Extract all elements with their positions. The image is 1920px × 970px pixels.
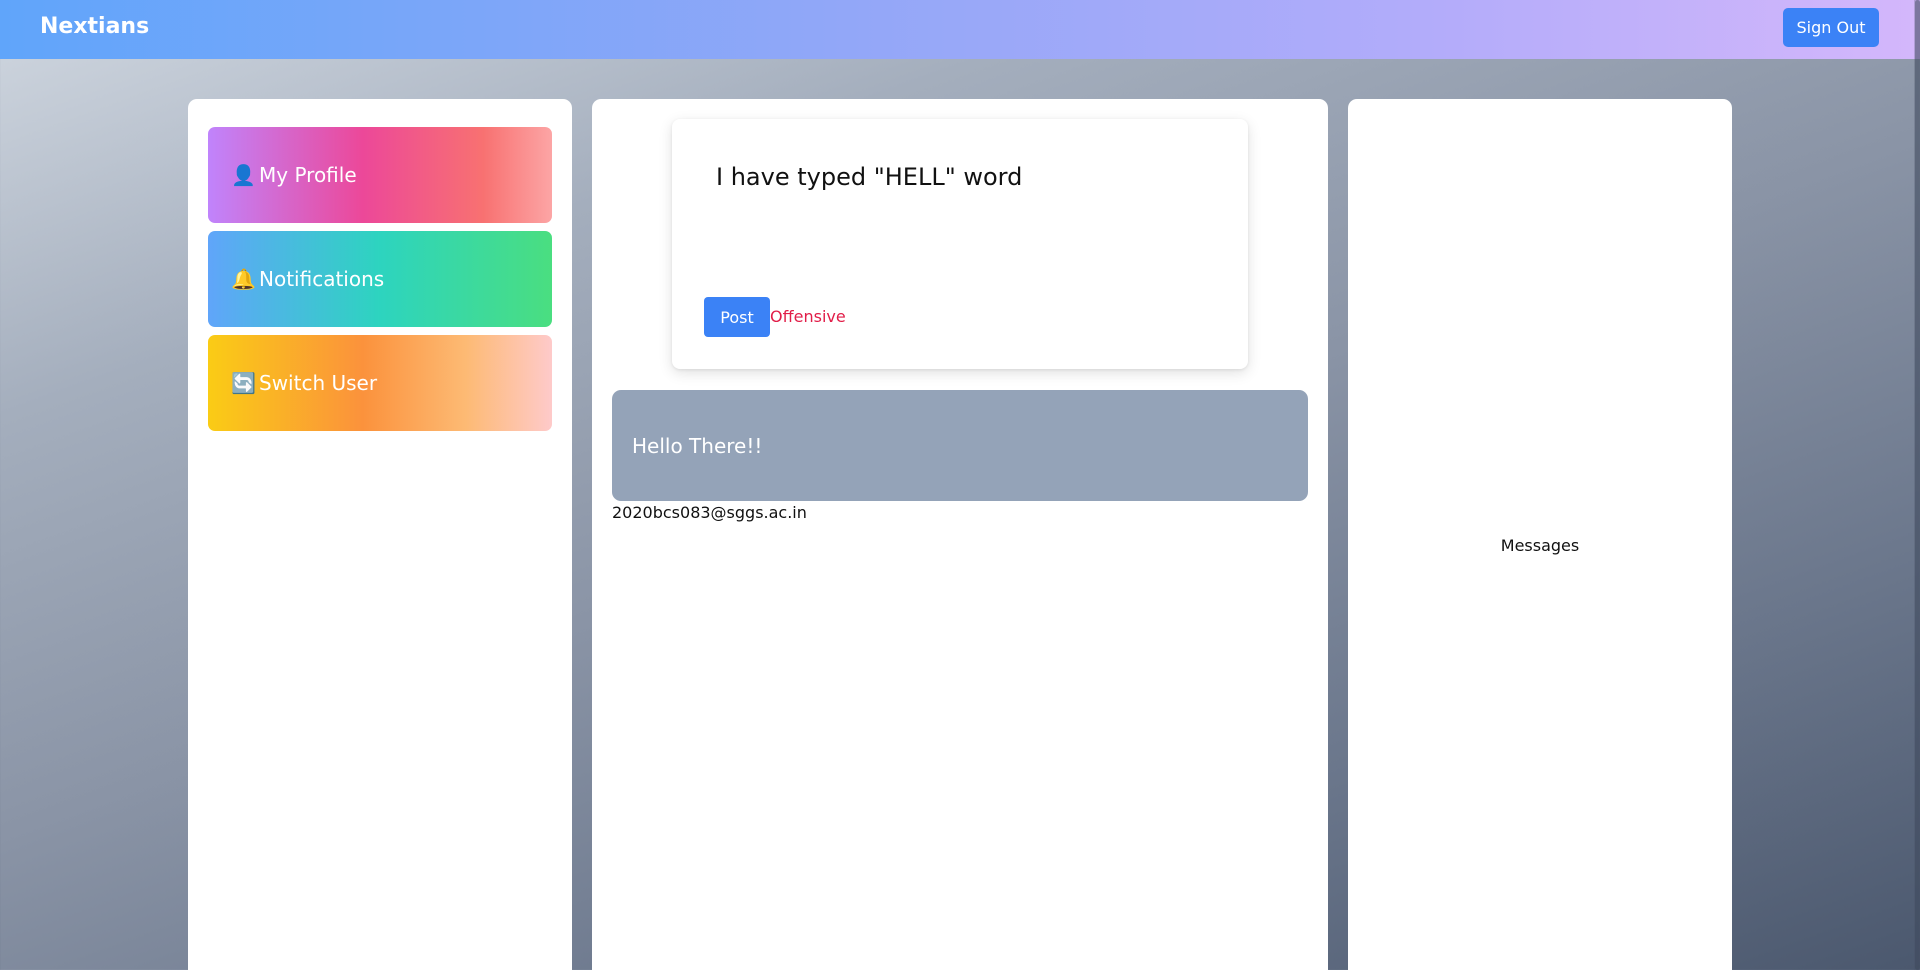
sign-out-button[interactable]: Sign Out [1783, 8, 1879, 47]
compose-card: I have typed "HELL" word Post Offensive [672, 119, 1248, 369]
bell-icon: 🔔 [231, 267, 256, 291]
user-icon: 👤 [231, 163, 256, 187]
brand-logo[interactable]: Nextians [40, 14, 149, 39]
sidebar-item-my-profile[interactable]: 👤 My Profile [208, 127, 552, 223]
post-text: Hello There!! [632, 433, 763, 458]
sidebar-item-label: Switch User [259, 371, 378, 395]
post-author: 2020bcs083@sggs.ac.in [612, 503, 807, 522]
compose-textarea[interactable]: I have typed "HELL" word [716, 163, 1022, 191]
main-feed: I have typed "HELL" word Post Offensive … [592, 99, 1328, 970]
sidebar-item-label: Notifications [259, 267, 385, 291]
messages-label: Messages [1500, 536, 1580, 555]
scrollbar-thumb[interactable] [1915, 0, 1920, 970]
feed-post: Hello There!! [612, 390, 1308, 501]
sidebar-item-notifications[interactable]: 🔔 Notifications [208, 231, 552, 327]
top-navbar: Nextians Sign Out [0, 0, 1920, 59]
offensive-warning: Offensive [770, 307, 846, 326]
messages-panel: Messages [1348, 99, 1732, 970]
left-sidebar: 👤 My Profile 🔔 Notifications 🔄 Switch Us… [188, 99, 572, 970]
post-button[interactable]: Post [704, 297, 770, 337]
sidebar-item-switch-user[interactable]: 🔄 Switch User [208, 335, 552, 431]
switch-icon: 🔄 [231, 371, 256, 395]
sidebar-item-label: My Profile [259, 163, 357, 187]
